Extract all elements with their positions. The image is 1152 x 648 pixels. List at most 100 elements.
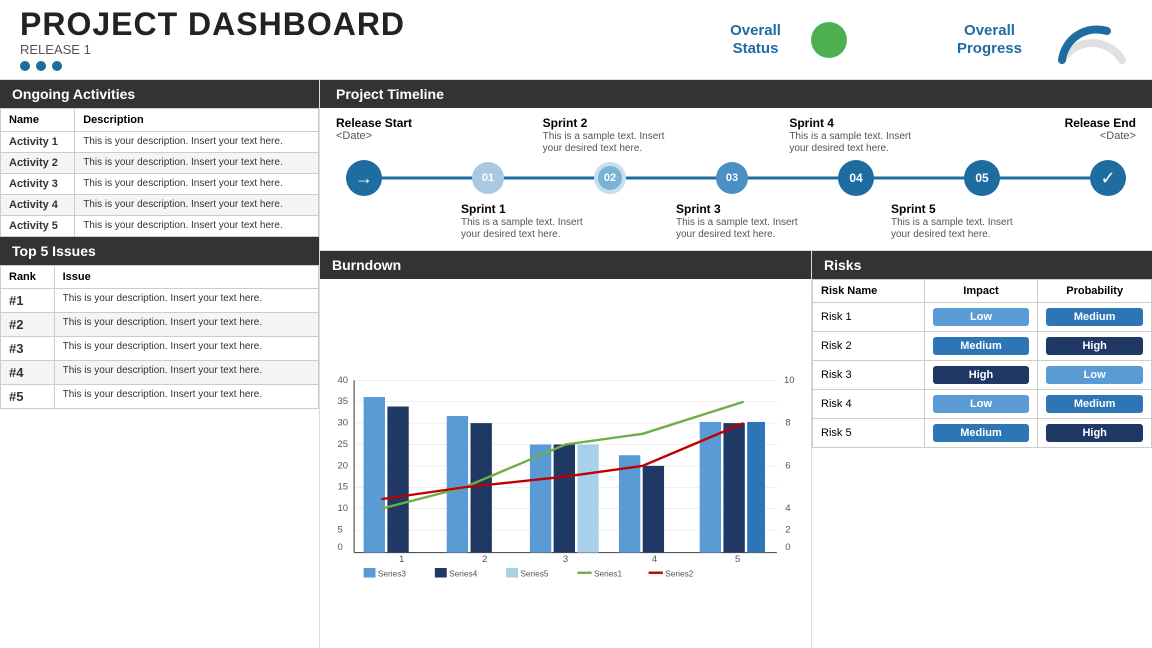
risk-name: Risk 4	[813, 390, 925, 419]
issue-rank: #4	[1, 361, 55, 385]
ongoing-activities-section: Ongoing Activities Name Description Acti…	[0, 80, 319, 237]
activities-col-name: Name	[1, 109, 75, 132]
overall-progress-block: OverallProgress	[957, 22, 1022, 58]
label-release-end: Release End <Date>	[1036, 116, 1136, 154]
label-sprint5: Sprint 5 This is a sample text. Insert y…	[891, 202, 1031, 240]
svg-text:6: 6	[785, 460, 790, 471]
svg-text:Series1: Series1	[594, 568, 623, 578]
issue-rank: #1	[1, 289, 55, 313]
issue-row: #1This is your description. Insert your …	[1, 289, 319, 313]
activities-header: Ongoing Activities	[0, 80, 319, 108]
issues-col-rank: Rank	[1, 266, 55, 289]
svg-text:Series3: Series3	[378, 568, 407, 578]
header: PROJECT DASHBOARD RELEASE 1 OverallStatu…	[0, 0, 1152, 80]
timeline-top-labels: Release Start <Date> Sprint 2 This is a …	[336, 116, 1136, 154]
right-column: Project Timeline Release Start <Date> Sp…	[320, 80, 1152, 648]
activity-row: Activity 1This is your description. Inse…	[1, 132, 319, 153]
overall-status-label: OverallStatus	[730, 22, 781, 58]
risk-probability: Medium	[1038, 303, 1152, 332]
svg-text:Series5: Series5	[520, 568, 549, 578]
risks-col-name: Risk Name	[813, 280, 925, 303]
risk-impact: Medium	[924, 332, 1038, 361]
activity-row: Activity 4This is your description. Inse…	[1, 195, 319, 216]
svg-text:8: 8	[785, 418, 790, 429]
dot-2	[36, 61, 46, 71]
risk-impact: Low	[924, 303, 1038, 332]
dashboard: PROJECT DASHBOARD RELEASE 1 OverallStatu…	[0, 0, 1152, 648]
overall-progress-label: OverallProgress	[957, 22, 1022, 58]
status-section: OverallStatus OverallProgress	[730, 15, 1132, 65]
dot-1	[20, 61, 30, 71]
overall-status-block: OverallStatus	[730, 22, 781, 58]
activity-name: Activity 5	[1, 216, 75, 237]
top5-issues-section: Top 5 Issues Rank Issue #1This is your d…	[0, 237, 319, 648]
issue-row: #4This is your description. Insert your …	[1, 361, 319, 385]
node-03: 03	[716, 162, 748, 194]
node-05: 05	[964, 160, 1000, 196]
risk-probability: High	[1038, 419, 1152, 448]
node-04: 04	[838, 160, 874, 196]
burndown-chart: 40 35 30 25 20 15 10 5 0 10 8 6	[320, 279, 811, 648]
activity-description: This is your description. Insert your te…	[75, 216, 319, 237]
header-dots	[20, 61, 730, 71]
bar-g5-s4	[723, 423, 744, 552]
risks-section: Risks Risk Name Impact Probability Risk …	[812, 251, 1152, 648]
timeline-nodes: → 01 02 03 04 05 ✓	[346, 158, 1126, 198]
issues-col-issue: Issue	[54, 266, 318, 289]
issue-row: #2This is your description. Insert your …	[1, 313, 319, 337]
svg-text:35: 35	[338, 396, 349, 407]
subtitle: RELEASE 1	[20, 42, 730, 57]
dot-3	[52, 61, 62, 71]
risks-header: Risks	[812, 251, 1152, 279]
activity-name: Activity 1	[1, 132, 75, 153]
activity-name: Activity 3	[1, 174, 75, 195]
risk-row: Risk 3 High Low	[813, 361, 1152, 390]
svg-text:40: 40	[338, 375, 349, 386]
issue-row: #3This is your description. Insert your …	[1, 337, 319, 361]
bar-g3-s4	[554, 445, 575, 553]
activity-row: Activity 3This is your description. Inse…	[1, 174, 319, 195]
label-sprint4: Sprint 4 This is a sample text. Insert y…	[789, 116, 929, 154]
risks-col-impact: Impact	[924, 280, 1038, 303]
activities-col-description: Description	[75, 109, 319, 132]
risk-impact: Medium	[924, 419, 1038, 448]
timeline-track: → 01 02 03 04 05 ✓	[346, 158, 1126, 198]
label-release-start: Release Start <Date>	[336, 116, 436, 154]
svg-text:10: 10	[784, 375, 795, 386]
risk-row: Risk 1 Low Medium	[813, 303, 1152, 332]
bar-g3-s3	[530, 445, 551, 553]
svg-text:Series2: Series2	[665, 568, 694, 578]
node-02: 02	[594, 162, 626, 194]
svg-text:4: 4	[785, 503, 790, 514]
svg-text:5: 5	[338, 524, 343, 535]
burndown-section: Burndown 40 35 30 25 20 15 10 5 0	[320, 251, 812, 648]
timeline-header: Project Timeline	[320, 80, 1152, 108]
burndown-svg: 40 35 30 25 20 15 10 5 0 10 8 6	[328, 283, 803, 644]
svg-text:Series4: Series4	[449, 568, 478, 578]
risks-table: Risk Name Impact Probability Risk 1 Low …	[812, 279, 1152, 448]
risk-probability: Medium	[1038, 390, 1152, 419]
activities-table: Name Description Activity 1This is your …	[0, 108, 319, 237]
issues-header: Top 5 Issues	[0, 237, 319, 265]
issue-description: This is your description. Insert your te…	[54, 313, 318, 337]
bar-g2-s3	[447, 416, 468, 553]
bar-g1-s3	[364, 397, 385, 553]
node-end: ✓	[1090, 160, 1126, 196]
risk-row: Risk 4 Low Medium	[813, 390, 1152, 419]
timeline-bottom-labels: Sprint 1 This is a sample text. Insert y…	[336, 202, 1136, 240]
issue-description: This is your description. Insert your te…	[54, 385, 318, 409]
activity-name: Activity 4	[1, 195, 75, 216]
svg-text:30: 30	[338, 418, 349, 429]
svg-text:1: 1	[399, 554, 404, 565]
label-sprint1: Sprint 1 This is a sample text. Insert y…	[461, 202, 601, 240]
issue-description: This is your description. Insert your te…	[54, 361, 318, 385]
svg-text:10: 10	[338, 503, 349, 514]
bar-g1-s4	[387, 407, 408, 553]
risk-probability: High	[1038, 332, 1152, 361]
svg-text:0: 0	[338, 542, 343, 553]
issue-row: #5This is your description. Insert your …	[1, 385, 319, 409]
bar-g4-s4	[643, 466, 664, 553]
bar-g3-s5	[577, 445, 598, 553]
label-sprint3: Sprint 3 This is a sample text. Insert y…	[676, 202, 816, 240]
svg-text:0: 0	[785, 542, 790, 553]
